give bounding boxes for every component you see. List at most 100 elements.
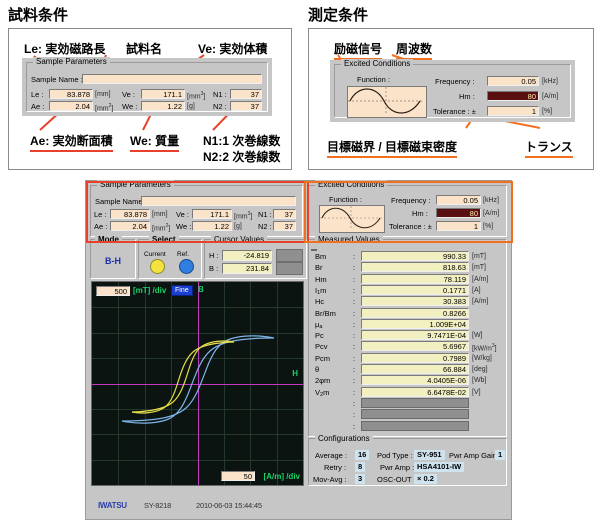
measured-unit: [W/kg] [472, 354, 492, 362]
measured-value: 990.33 [361, 251, 469, 261]
group-title-cursor-values: Cursor Values [211, 235, 268, 244]
input-ae[interactable]: 2.04 [49, 101, 93, 111]
measured-colon: : [353, 410, 356, 420]
measured-value: 66.884 [361, 364, 469, 374]
y-scale-input[interactable]: 500 [96, 286, 130, 296]
group-title-select: Select [149, 235, 179, 244]
measured-colon: : [353, 285, 356, 295]
app-unit-ve: [mm3] [234, 211, 253, 221]
app-input-ve[interactable]: 171.1 [192, 209, 232, 219]
measured-label: Pcv [315, 342, 328, 352]
annot-ve: Ve: 実効体積 [198, 40, 268, 60]
label-tolerance: Tolerance : ± [433, 107, 476, 116]
annot-excitation: 励磁信号 [334, 40, 383, 60]
measured-values-list: Bm:990.33 [mT] Br:818.63 [mT] Hm:78.119 [A/m]… [313, 251, 503, 433]
app-input-frequency[interactable]: 0.05 [436, 195, 481, 205]
app-input-tolerance[interactable]: 1 [436, 221, 481, 231]
measured-colon: : [353, 376, 356, 386]
x-scale-input[interactable]: 50 [221, 471, 255, 481]
measured-value: 0.1771 [361, 284, 469, 295]
app-input-le[interactable]: 83.878 [110, 209, 150, 219]
unit-we: [g] [187, 103, 195, 110]
measured-unit: [deg] [472, 366, 488, 373]
label-le: Le : [31, 90, 44, 99]
value-mov-avg[interactable]: 3 [355, 474, 366, 484]
input-sample-name[interactable] [82, 74, 262, 84]
unit-le: [mm] [95, 91, 111, 98]
radio-current[interactable] [150, 259, 165, 274]
app-label-function: Function : [329, 195, 362, 204]
app-input-we[interactable]: 1.22 [192, 221, 232, 231]
measured-values-group: Measured Values Bm:990.33 [mT] Br:818.63 [m… [308, 235, 507, 437]
input-n1[interactable]: 37 [230, 89, 262, 99]
input-le[interactable]: 83.878 [49, 89, 93, 99]
measured-value [361, 420, 469, 431]
y-scale-unit: [mT] /div [133, 286, 167, 295]
unit-hm: [A/m] [542, 93, 559, 100]
group-title-mode: Mode [95, 235, 122, 244]
value-pod-type[interactable]: SY-951 [414, 450, 445, 460]
value-retry[interactable]: 8 [355, 462, 366, 472]
mode-value[interactable]: B-H [91, 256, 135, 266]
annot-target-field: 目標磁界 / 目標磁束密度 [327, 138, 458, 158]
app-unit-frequency: [kHz] [483, 197, 499, 204]
value-osc-out[interactable]: × 0.2 [414, 474, 437, 484]
label-retry: Retry : [324, 463, 347, 472]
measured-label: Pc [315, 331, 324, 341]
app-label-tolerance: Tolerance : ± [389, 222, 432, 231]
hysteresis-curves [121, 335, 275, 424]
annot-n1: N1:1 次巻線数 [203, 134, 281, 148]
measured-label: Hc [315, 297, 325, 307]
measured-value: 6.6478E-02 [361, 386, 469, 397]
measured-label: V2m [315, 387, 330, 399]
measured-label: Br [315, 263, 323, 273]
measured-colon: : [353, 274, 356, 284]
fine-button[interactable]: Fine [171, 285, 193, 296]
radio-ref[interactable] [179, 259, 194, 274]
label-mov-avg: Mov-Avg : [313, 475, 347, 484]
app-unit-le: [mm] [152, 211, 168, 218]
app-input-hm[interactable]: 80 [436, 208, 481, 218]
value-cursor-h: -24.819 [222, 250, 272, 261]
bh-curve-plot[interactable]: 500 [mT] /div Fine B H 50 [A/m] /div [91, 281, 304, 486]
label-we: We : [122, 102, 138, 111]
app-input-sample-name[interactable] [141, 196, 296, 206]
unit-ve: [mm3] [187, 91, 206, 101]
group-title-measured-values: Measured Values [315, 235, 383, 244]
input-ve[interactable]: 171.1 [141, 89, 185, 99]
mode-group: Mode B-H [90, 235, 136, 279]
input-frequency[interactable]: 0.05 [487, 76, 539, 86]
value-pwr-amp[interactable]: HSA4101-IW [414, 462, 465, 472]
group-title-sample-parameters: Sample Parameters [33, 57, 110, 66]
input-n2[interactable]: 37 [230, 101, 262, 111]
label-sample-name: Sample Name : [31, 75, 83, 84]
value-pwr-amp-gain[interactable]: 1 [495, 450, 506, 460]
app-label-ve: Ve : [176, 210, 189, 219]
label-cursor-h: H : [209, 251, 219, 260]
select-group: Select Current Ref. [138, 235, 202, 279]
measured-unit: [A/m] [472, 298, 489, 306]
measured-unit: [kW/m3] [472, 343, 497, 353]
measured-label: I1m [315, 285, 327, 297]
app-label-sample-name: Sample Name : [95, 197, 147, 206]
measured-unit: [Wb] [472, 377, 487, 385]
measured-colon: : [353, 342, 356, 352]
app-input-n1[interactable]: 37 [273, 209, 296, 219]
value-average[interactable]: 16 [355, 450, 370, 460]
label-cursor-b: B : [209, 264, 219, 273]
measured-unit: [W] [472, 332, 483, 340]
input-we[interactable]: 1.22 [141, 101, 185, 111]
measured-colon: : [353, 398, 356, 408]
input-hm[interactable]: 80 [487, 91, 539, 101]
measured-value: 1.009E+04 [361, 318, 469, 329]
measured-value: 30.383 [361, 296, 469, 307]
cursor-h-grey-bar [276, 249, 303, 262]
measured-unit: [A] [472, 286, 481, 294]
app-input-ae[interactable]: 2.04 [110, 221, 150, 231]
group-title-configurations: Configurations [315, 434, 373, 443]
app-group-title-excited-conditions: Excited Conditions [315, 180, 388, 189]
app-input-n2[interactable]: 37 [273, 221, 296, 231]
input-tolerance[interactable]: 1 [487, 106, 539, 116]
unit-tolerance: [%] [542, 108, 553, 115]
app-unit-we: [g] [234, 223, 242, 230]
